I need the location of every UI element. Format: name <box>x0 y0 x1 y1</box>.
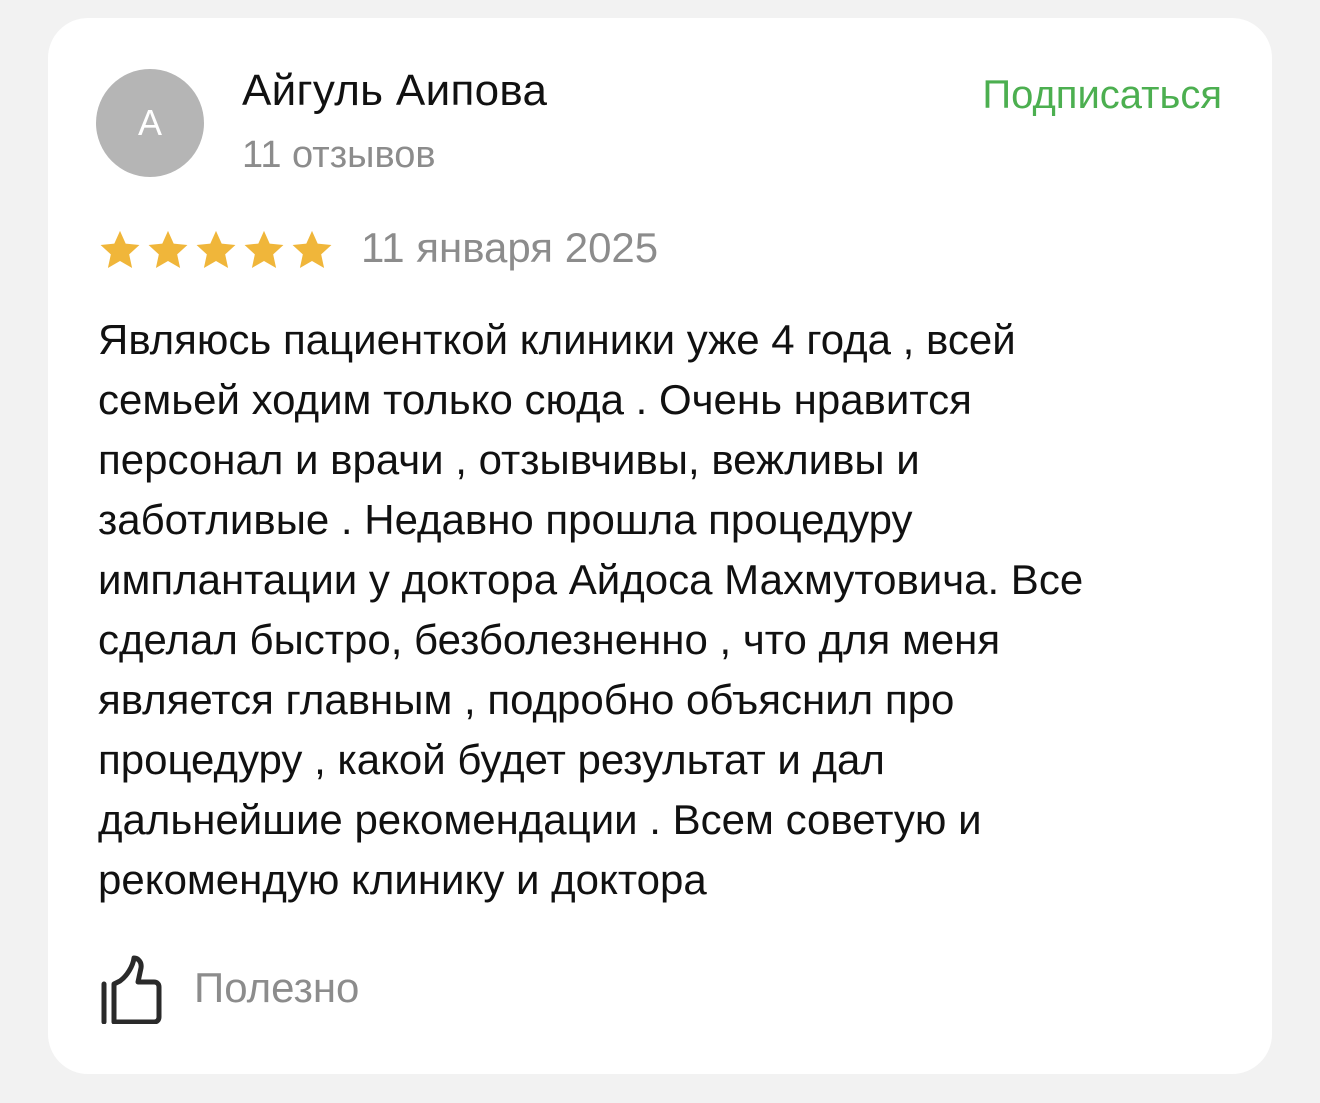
review-text: Являюсь пациенткой клиники уже 4 года , … <box>98 316 1084 903</box>
avatar[interactable]: А <box>96 69 204 177</box>
author-review-count: 11 отзывов <box>242 134 436 176</box>
star-icon <box>292 230 332 268</box>
star-icon <box>196 230 236 268</box>
helpful-label: Полезно <box>194 964 360 1011</box>
avatar-initial: А <box>137 102 162 143</box>
star-icon <box>244 230 284 268</box>
star-icon <box>100 230 140 268</box>
subscribe-button[interactable]: Подписаться <box>982 73 1222 118</box>
author-name[interactable]: Айгуль Аипова <box>242 66 547 116</box>
review-date: 11 января 2025 <box>361 224 659 271</box>
star-rating <box>98 226 334 274</box>
thumbs-up-icon <box>101 955 162 1024</box>
helpful-button[interactable]: Полезно <box>100 952 359 1024</box>
review-card: А Айгуль Аипова 11 отзывов Подписаться 1… <box>48 18 1272 1074</box>
star-icon <box>148 230 188 268</box>
